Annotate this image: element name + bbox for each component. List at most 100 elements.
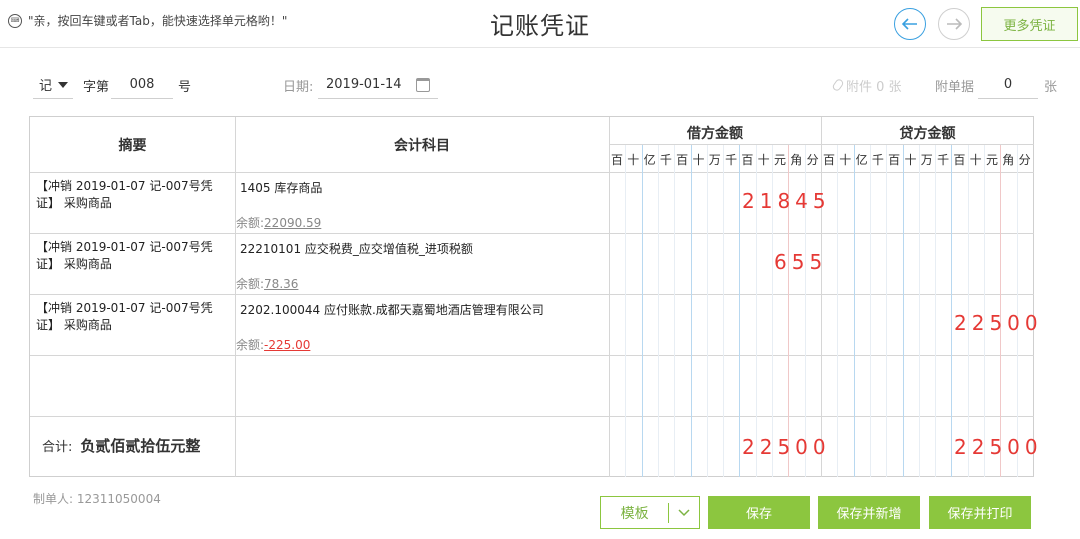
credit-digit-line-6 xyxy=(919,145,920,477)
save-and-new-button[interactable]: 保存并新增 xyxy=(818,496,920,529)
more-vouchers-button[interactable]: 更多凭证 xyxy=(981,7,1078,41)
debit-digit-line-2 xyxy=(642,145,643,477)
row-3-subject[interactable]: 2202.100044 应付账款.成都天嘉蜀地酒店管理有限公司 xyxy=(240,301,544,318)
credit-digit-line-8 xyxy=(951,145,952,477)
credit-unit-9: 百 xyxy=(953,153,966,167)
arrow-right-icon xyxy=(947,18,962,30)
attachment-label: 附件 0 张 xyxy=(846,79,902,95)
debit-unit-4: 千 xyxy=(659,153,672,167)
credit-unit-3: 亿 xyxy=(855,153,868,167)
credit-digit-line-3 xyxy=(870,145,871,477)
row-4-summary[interactable] xyxy=(30,356,235,416)
credit-unit-8: 千 xyxy=(937,153,950,167)
voucher-table: 摘要 会计科目 借方金额 贷方金额 百十亿千百十万千百十元角分 百十亿千百十万千… xyxy=(29,116,1038,477)
debit-unit-3: 亿 xyxy=(643,153,656,167)
row-3-summary[interactable]: 【冲销 2019-01-07 记-007号凭证】 采购商品 xyxy=(36,300,231,334)
debit-unit-6: 十 xyxy=(692,153,705,167)
credit-digit-line-5 xyxy=(903,145,904,477)
voucher-type-select[interactable]: 记 xyxy=(33,70,73,100)
caret-down-icon xyxy=(58,81,69,88)
debit-digit-line-4 xyxy=(674,145,675,477)
chevron-down-icon[interactable] xyxy=(669,506,699,520)
row-2-subject[interactable]: 22210101 应交税费_应交增值税_进项税额 xyxy=(240,240,473,257)
debit-unit-1: 百 xyxy=(610,153,623,167)
row-3-balance: 余额:-225.00 xyxy=(236,336,310,353)
template-button[interactable]: 模板 xyxy=(600,496,700,529)
credit-unit-11: 元 xyxy=(985,153,998,167)
row-1-balance-label: 余额: xyxy=(236,216,265,230)
voucher-word-label: 字第 xyxy=(83,79,110,95)
credit-unit-4: 千 xyxy=(871,153,884,167)
voucher-number-suffix: 号 xyxy=(178,79,192,95)
row-3-balance-value: -225.00 xyxy=(264,338,311,352)
row-1-balance: 余额:22090.59 xyxy=(236,214,321,231)
calendar-icon xyxy=(416,77,430,92)
credit-unit-6: 十 xyxy=(904,153,917,167)
previous-voucher-button[interactable] xyxy=(894,8,926,40)
debit-unit-11: 元 xyxy=(773,153,786,167)
credit-digit-line-4 xyxy=(886,145,887,477)
debit-digit-line-1 xyxy=(625,145,626,477)
credit-digit-line-1 xyxy=(837,145,838,477)
keyboard-hint: ⌨ "亲，按回车键或者Tab，能快速选择单元格哟！" xyxy=(8,12,287,29)
subject-header: 会计科目 xyxy=(394,138,450,154)
credit-header: 贷方金额 xyxy=(899,126,956,142)
hint-text: "亲，按回车键或者Tab，能快速选择单元格哟！" xyxy=(28,14,288,28)
row-2-debit[interactable]: 655 xyxy=(774,250,827,274)
credit-unit-10: 十 xyxy=(969,153,982,167)
voucher-number-field[interactable]: 008 xyxy=(111,70,173,100)
debit-unit-8: 千 xyxy=(725,153,738,167)
debit-digit-line-5 xyxy=(691,145,692,477)
keyboard-icon: ⌨ xyxy=(8,13,22,28)
voucher-maker: 制单人: 12311050004 xyxy=(33,492,161,506)
debit-unit-2: 十 xyxy=(627,153,640,167)
summary-header: 摘要 xyxy=(118,138,147,154)
total-debit: 22500 xyxy=(742,435,831,459)
total-amount-chinese: 负贰佰贰拾伍元整 xyxy=(80,437,201,455)
total-row: 合计: 负贰佰贰拾伍元整 xyxy=(42,435,200,456)
row-1-subject[interactable]: 1405 库存商品 xyxy=(240,179,322,196)
debit-digit-line-3 xyxy=(658,145,659,477)
total-credit: 22500 xyxy=(954,435,1043,459)
debit-digit-line-6 xyxy=(707,145,708,477)
date-label: 日期: xyxy=(283,79,314,95)
top-bar: ⌨ "亲，按回车键或者Tab，能快速选择单元格哟！" 记账凭证 更多凭证 xyxy=(0,0,1080,48)
date-field[interactable]: 2019-01-14 xyxy=(318,70,438,100)
debit-digit-line-7 xyxy=(723,145,724,477)
row-2-balance: 余额:78.36 xyxy=(236,275,298,292)
debit-unit-12: 角 xyxy=(790,153,803,167)
doc-count-unit: 张 xyxy=(1044,79,1058,95)
row-2-balance-label: 余额: xyxy=(236,277,265,291)
credit-unit-7: 万 xyxy=(920,153,933,167)
row-3-credit[interactable]: 22500 xyxy=(954,311,1043,335)
debit-unit-5: 百 xyxy=(676,153,689,167)
save-and-print-button[interactable]: 保存并打印 xyxy=(929,496,1031,529)
row-2-balance-value: 78.36 xyxy=(264,277,299,291)
credit-unit-12: 角 xyxy=(1002,153,1015,167)
doc-count-field[interactable]: 0 xyxy=(978,70,1038,100)
row-4-subject[interactable] xyxy=(236,356,609,416)
row-2-summary[interactable]: 【冲销 2019-01-07 记-007号凭证】 采购商品 xyxy=(36,239,231,273)
credit-unit-13: 分 xyxy=(1018,153,1031,167)
debit-unit-7: 万 xyxy=(708,153,721,167)
next-voucher-button[interactable] xyxy=(938,8,970,40)
debit-digit-line-8 xyxy=(739,145,740,477)
row-1-summary[interactable]: 【冲销 2019-01-07 记-007号凭证】 采购商品 xyxy=(36,178,231,212)
credit-digit-line-2 xyxy=(854,145,855,477)
voucher-type-value: 记 xyxy=(39,79,53,94)
credit-digit-line-7 xyxy=(935,145,936,477)
arrow-left-icon xyxy=(902,18,917,30)
credit-unit-2: 十 xyxy=(839,153,852,167)
debit-unit-13: 分 xyxy=(806,153,819,167)
credit-unit-5: 百 xyxy=(888,153,901,167)
debit-header: 借方金额 xyxy=(687,126,743,142)
debit-unit-9: 百 xyxy=(741,153,754,167)
row-3-balance-label: 余额: xyxy=(236,338,265,352)
template-label: 模板 xyxy=(620,505,649,522)
voucher-number-value: 008 xyxy=(111,71,173,99)
save-button[interactable]: 保存 xyxy=(708,496,810,529)
doc-count-label: 附单据 xyxy=(935,79,975,95)
attachment-link[interactable]: 附件 0 张 xyxy=(831,70,902,100)
doc-count-value: 0 xyxy=(978,71,1038,99)
row-1-debit[interactable]: 21845 xyxy=(742,189,831,213)
